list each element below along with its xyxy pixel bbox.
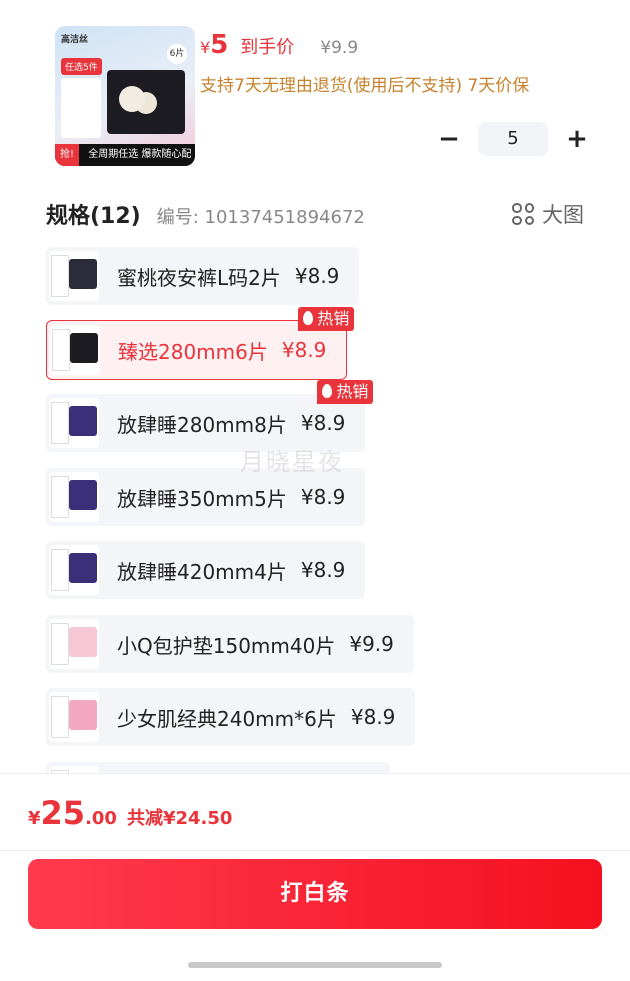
option-price: ¥8.9 — [281, 338, 327, 362]
return-policy: 支持7天无理由退货(使用后不支持) 7天价保 — [200, 76, 530, 96]
increase-button[interactable]: + — [566, 124, 588, 154]
discount-total: 共减¥24.50 — [126, 808, 233, 829]
spec-title: 规格(12) — [46, 204, 141, 229]
option-price: ¥8.9 — [300, 558, 346, 582]
product-thumbnail[interactable]: 高洁丝 6片 任选5件 抢! 全周期任选 爆款随心配 — [55, 26, 195, 166]
option-name: 少女肌经典240mm*6片 — [117, 706, 337, 731]
spec-option[interactable]: 小Q包护垫150mm40片 ¥9.9 — [46, 615, 414, 673]
option-price: ¥8.9 — [300, 485, 346, 509]
promo-banner-text: 全周期任选 爆款随心配 — [88, 149, 192, 160]
hand-price-label: 到手价 — [240, 37, 295, 58]
option-price: ¥9.9 — [349, 632, 394, 656]
pack-count-badge: 6片 — [167, 44, 187, 64]
spec-option[interactable]: 放肆睡420mm4片 ¥8.9 — [46, 541, 366, 599]
option-price: ¥8.9 — [350, 705, 396, 729]
pay-with-baitiao-button[interactable]: 打白条 — [28, 859, 602, 929]
hot-sale-label: 热销 — [336, 382, 369, 401]
big-view-label: 大图 — [542, 203, 584, 227]
option-thumbnail — [50, 325, 100, 375]
home-indicator[interactable] — [188, 962, 442, 968]
promo-tag: 任选5件 — [61, 58, 102, 75]
decrease-button[interactable]: − — [438, 124, 460, 154]
option-thumbnail — [49, 398, 99, 448]
option-name: 放肆睡350mm5片 — [117, 486, 287, 511]
total-price: ¥ 25 .00 共减¥24.50 — [28, 794, 232, 832]
option-thumbnail — [49, 545, 99, 595]
product-pack-image — [107, 70, 185, 134]
quantity-stepper: − 5 + — [438, 122, 588, 156]
grid-icon — [512, 203, 534, 225]
product-code: 编号: 10137451894672 — [156, 207, 365, 228]
total-integer: 25 — [40, 794, 86, 832]
quantity-value[interactable]: 5 — [478, 122, 548, 156]
option-name: 放肆睡420mm4片 — [117, 559, 287, 584]
original-price: ¥9.9 — [320, 38, 359, 58]
hot-sale-badge: 热销 — [298, 307, 355, 331]
option-thumbnail — [49, 472, 99, 522]
brand-label: 高洁丝 — [61, 35, 89, 45]
hand-price-value: 5 — [210, 30, 229, 60]
promo-banner: 抢! 全周期任选 爆款随心配 — [55, 144, 195, 166]
total-yen: ¥ — [28, 808, 41, 829]
hand-price-row: ¥5 到手价 ¥9.9 — [200, 30, 358, 60]
option-thumbnail — [49, 619, 99, 669]
option-name: 蜜桃夜安裤L码2片 — [117, 265, 281, 290]
spec-option[interactable]: 蜜桃夜安裤L码2片 ¥8.9 — [46, 247, 360, 305]
promo-grab: 抢! — [55, 144, 80, 166]
flame-icon — [322, 384, 333, 398]
option-name: 臻选280mm6片 — [118, 339, 268, 364]
checkout-bar: ¥ 25 .00 共减¥24.50 打白条 — [0, 773, 630, 981]
mini-pack-image — [61, 78, 101, 138]
hot-sale-label: 热销 — [317, 309, 350, 328]
option-price: ¥8.9 — [294, 264, 340, 288]
option-thumbnail — [49, 692, 99, 742]
watermark: 月晓星夜 — [240, 448, 344, 476]
big-view-toggle[interactable]: 大图 — [512, 199, 584, 229]
price-yen: ¥ — [200, 38, 211, 57]
divider — [0, 850, 630, 851]
option-name: 小Q包护垫150mm40片 — [117, 633, 336, 658]
spec-option-selected[interactable]: 臻选280mm6片 ¥8.9 热销 — [46, 307, 355, 380]
hot-sale-badge: 热销 — [317, 380, 374, 404]
flame-icon — [303, 311, 314, 325]
spec-option[interactable]: 少女肌经典240mm*6片 ¥8.9 — [46, 688, 416, 746]
option-name: 放肆睡280mm8片 — [117, 412, 287, 437]
total-decimal: .00 — [85, 808, 117, 829]
spec-header: 规格(12) 编号: 10137451894672 — [46, 198, 365, 230]
option-price: ¥8.9 — [300, 411, 346, 435]
option-thumbnail — [49, 251, 99, 301]
